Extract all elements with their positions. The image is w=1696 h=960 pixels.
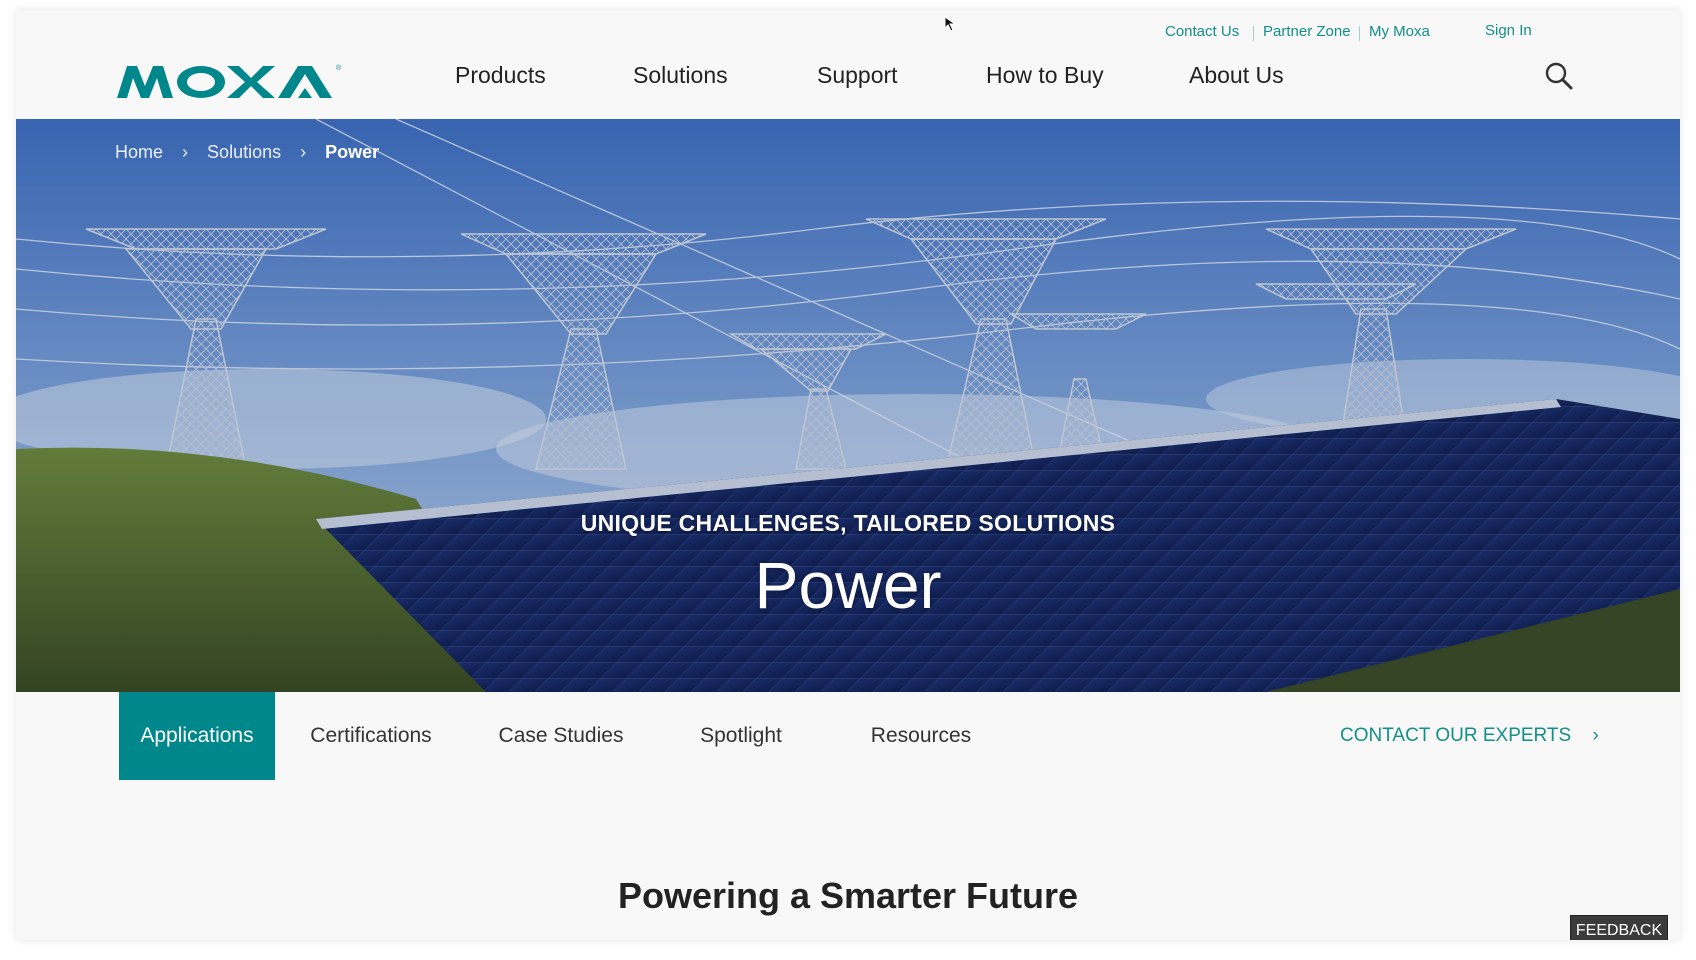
- moxa-logo[interactable]: ®: [115, 56, 350, 106]
- contact-us-link[interactable]: Contact Us: [1165, 23, 1239, 40]
- breadcrumb: Home › Solutions › Power: [115, 141, 379, 163]
- chevron-right-icon: ›: [182, 141, 189, 162]
- hero-kicker: UNIQUE CHALLENGES, TAILORED SOLUTIONS: [580, 510, 1116, 536]
- hero-title: Power: [754, 548, 942, 622]
- sub-nav: Applications Certifications Case Studies…: [16, 692, 1680, 780]
- chevron-right-icon: ›: [1592, 725, 1599, 746]
- tab-case-studies[interactable]: Case Studies: [486, 692, 636, 780]
- chevron-right-icon: ›: [300, 141, 307, 162]
- divider: [1359, 26, 1360, 41]
- contact-experts-link[interactable]: CONTACT OUR EXPERTS ›: [1340, 692, 1599, 780]
- nav-about-us[interactable]: About Us: [1189, 62, 1284, 89]
- divider: [1253, 26, 1254, 41]
- partner-zone-link[interactable]: Partner Zone: [1263, 23, 1351, 40]
- breadcrumb-home[interactable]: Home: [115, 142, 163, 162]
- nav-products[interactable]: Products: [455, 62, 546, 89]
- feedback-button[interactable]: FEEDBACK: [1570, 915, 1668, 940]
- my-moxa-link[interactable]: My Moxa: [1369, 23, 1430, 40]
- tab-spotlight[interactable]: Spotlight: [676, 692, 806, 780]
- browser-page: Contact Us Partner Zone My Moxa Sign In …: [16, 10, 1680, 940]
- nav-solutions[interactable]: Solutions: [633, 62, 728, 89]
- nav-support[interactable]: Support: [817, 62, 898, 89]
- breadcrumb-solutions[interactable]: Solutions: [207, 142, 281, 162]
- tab-certifications[interactable]: Certifications: [296, 692, 446, 780]
- section-title: Powering a Smarter Future: [617, 875, 1079, 916]
- search-icon[interactable]: [1543, 60, 1575, 92]
- mouse-cursor-icon: [944, 16, 957, 32]
- tab-resources[interactable]: Resources: [846, 692, 996, 780]
- utility-nav: Contact Us Partner Zone My Moxa Sign In: [16, 22, 1680, 43]
- nav-how-to-buy[interactable]: How to Buy: [986, 62, 1104, 89]
- sign-in-link[interactable]: Sign In: [1485, 22, 1532, 39]
- contact-experts-label: CONTACT OUR EXPERTS: [1340, 725, 1572, 746]
- tab-applications[interactable]: Applications: [119, 692, 275, 780]
- svg-text:®: ®: [336, 64, 342, 72]
- breadcrumb-current: Power: [325, 141, 380, 162]
